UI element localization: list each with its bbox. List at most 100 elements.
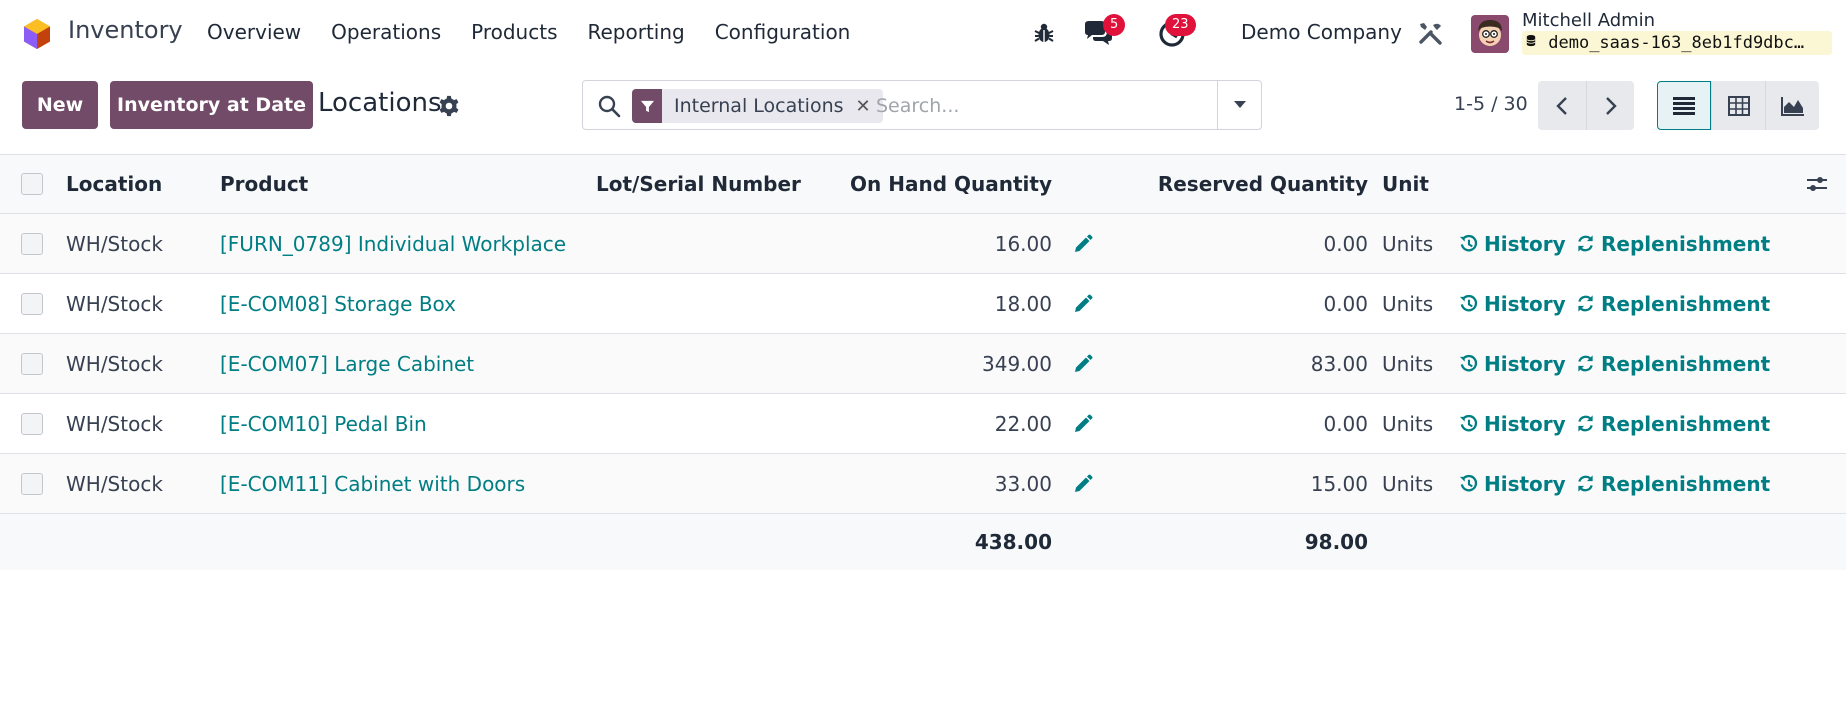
pager-previous-button[interactable]	[1538, 81, 1586, 130]
row-unit: Units	[1382, 351, 1434, 376]
total-on-hand: 438.00	[974, 530, 1052, 554]
row-unit: Units	[1382, 231, 1434, 256]
row-checkbox-cell	[21, 214, 43, 273]
activities-count-badge: 23	[1165, 14, 1196, 36]
new-button[interactable]: New	[22, 81, 98, 129]
history-label: History	[1484, 351, 1566, 376]
optional-columns-toggle[interactable]	[1806, 155, 1828, 213]
total-reserved: 98.00	[1304, 530, 1368, 554]
top-navbar: Inventory Overview Operations Products R…	[0, 0, 1846, 68]
tools-icon[interactable]	[1418, 21, 1444, 47]
replenishment-label: Replenishment	[1601, 231, 1771, 256]
row-checkbox[interactable]	[21, 472, 43, 495]
menu-overview[interactable]: Overview	[207, 20, 301, 44]
pager-next-button[interactable]	[1586, 81, 1634, 130]
debug-bug-icon[interactable]	[1032, 21, 1056, 45]
refresh-icon	[1578, 235, 1593, 252]
replenishment-button[interactable]: Replenishment	[1576, 334, 1770, 393]
row-on-hand[interactable]: 22.00	[840, 394, 1052, 453]
history-button[interactable]: History	[1459, 334, 1566, 393]
row-on-hand[interactable]: 349.00	[840, 334, 1052, 393]
app-name[interactable]: Inventory	[68, 16, 183, 44]
inventory-at-date-button[interactable]: Inventory at Date	[110, 81, 313, 129]
pivot-view-button[interactable]	[1711, 81, 1765, 130]
select-all-checkbox[interactable]	[21, 173, 43, 195]
history-button[interactable]: History	[1459, 454, 1566, 513]
user-name[interactable]: Mitchell Admin	[1522, 10, 1655, 31]
column-settings-icon	[1807, 177, 1827, 191]
menu-configuration[interactable]: Configuration	[715, 20, 851, 44]
table-header: Location Product Lot/Serial Number On Ha…	[0, 154, 1846, 214]
column-unit[interactable]: Unit	[1382, 155, 1429, 213]
pencil-icon	[1075, 474, 1093, 492]
history-button[interactable]: History	[1459, 394, 1566, 453]
column-location[interactable]: Location	[66, 155, 162, 213]
row-on-hand[interactable]: 18.00	[840, 274, 1052, 333]
row-location: WH/Stock	[66, 231, 163, 256]
row-checkbox[interactable]	[21, 412, 43, 435]
search-input[interactable]	[876, 93, 1196, 119]
edit-quantity-button[interactable]	[1073, 334, 1093, 393]
column-on-hand[interactable]: On Hand Quantity	[840, 155, 1052, 213]
menu-reporting[interactable]: Reporting	[587, 20, 684, 44]
history-button[interactable]: History	[1459, 214, 1566, 273]
pencil-icon	[1075, 294, 1093, 312]
history-label: History	[1484, 291, 1566, 316]
edit-quantity-button[interactable]	[1073, 214, 1093, 273]
edit-quantity-button[interactable]	[1073, 454, 1093, 513]
area-chart-icon	[1780, 96, 1804, 116]
database-icon	[1526, 31, 1538, 55]
row-on-hand[interactable]: 33.00	[840, 454, 1052, 513]
menu-operations[interactable]: Operations	[331, 20, 441, 44]
company-switcher[interactable]: Demo Company	[1241, 20, 1402, 44]
list-icon	[1673, 96, 1695, 115]
search-facet: Internal Locations ✕	[632, 89, 883, 123]
replenishment-button[interactable]: Replenishment	[1576, 394, 1770, 453]
graph-view-button[interactable]	[1765, 81, 1819, 130]
row-on-hand[interactable]: 16.00	[840, 214, 1052, 273]
table-row[interactable]: WH/Stock [E-COM07] Large Cabinet 349.00 …	[0, 334, 1846, 394]
replenishment-button[interactable]: Replenishment	[1576, 214, 1770, 273]
edit-quantity-button[interactable]	[1073, 394, 1093, 453]
row-product[interactable]: [E-COM07] Large Cabinet	[220, 334, 474, 393]
column-reserved[interactable]: Reserved Quantity	[1150, 155, 1368, 213]
select-all-cell	[21, 155, 43, 213]
search-icon[interactable]	[597, 94, 621, 118]
history-icon	[1459, 414, 1478, 432]
row-product[interactable]: [E-COM11] Cabinet with Doors	[220, 454, 525, 513]
row-product[interactable]: [E-COM10] Pedal Bin	[220, 394, 427, 453]
row-checkbox[interactable]	[21, 352, 43, 375]
history-icon	[1459, 234, 1478, 252]
table-row[interactable]: WH/Stock [E-COM11] Cabinet with Doors 33…	[0, 454, 1846, 514]
replenishment-button[interactable]: Replenishment	[1576, 454, 1770, 513]
table-row[interactable]: WH/Stock [E-COM10] Pedal Bin 22.00 0.00 …	[0, 394, 1846, 454]
table-row[interactable]: WH/Stock [FURN_0789] Individual Workplac…	[0, 214, 1846, 274]
list-view-button[interactable]	[1657, 81, 1711, 130]
history-button[interactable]: History	[1459, 274, 1566, 333]
user-avatar[interactable]	[1471, 15, 1509, 53]
table-row[interactable]: WH/Stock [E-COM08] Storage Box 18.00 0.0…	[0, 274, 1846, 334]
history-icon	[1459, 474, 1478, 492]
row-location: WH/Stock	[66, 411, 163, 436]
chevron-right-icon	[1605, 96, 1617, 115]
row-checkbox[interactable]	[21, 292, 43, 315]
row-checkbox[interactable]	[21, 232, 43, 255]
replenishment-label: Replenishment	[1601, 291, 1771, 316]
row-product[interactable]: [FURN_0789] Individual Workplace	[220, 214, 566, 273]
replenishment-button[interactable]: Replenishment	[1576, 274, 1770, 333]
replenishment-label: Replenishment	[1601, 351, 1771, 376]
edit-quantity-button[interactable]	[1073, 274, 1093, 333]
column-product[interactable]: Product	[220, 155, 308, 213]
search-options-toggle[interactable]	[1217, 81, 1261, 129]
row-product[interactable]: [E-COM08] Storage Box	[220, 274, 456, 333]
table-totals-row: 438.00 98.00	[0, 514, 1846, 570]
history-label: History	[1484, 411, 1566, 436]
gear-icon[interactable]	[438, 95, 460, 117]
column-lot[interactable]: Lot/Serial Number	[596, 155, 801, 213]
replenishment-label: Replenishment	[1601, 411, 1771, 436]
menu-products[interactable]: Products	[471, 20, 557, 44]
inventory-app-icon[interactable]	[21, 18, 53, 50]
search-bar: Internal Locations ✕	[582, 80, 1262, 130]
row-reserved: 83.00	[1310, 351, 1368, 376]
pager-value[interactable]: 1-5 / 30	[1454, 93, 1528, 115]
